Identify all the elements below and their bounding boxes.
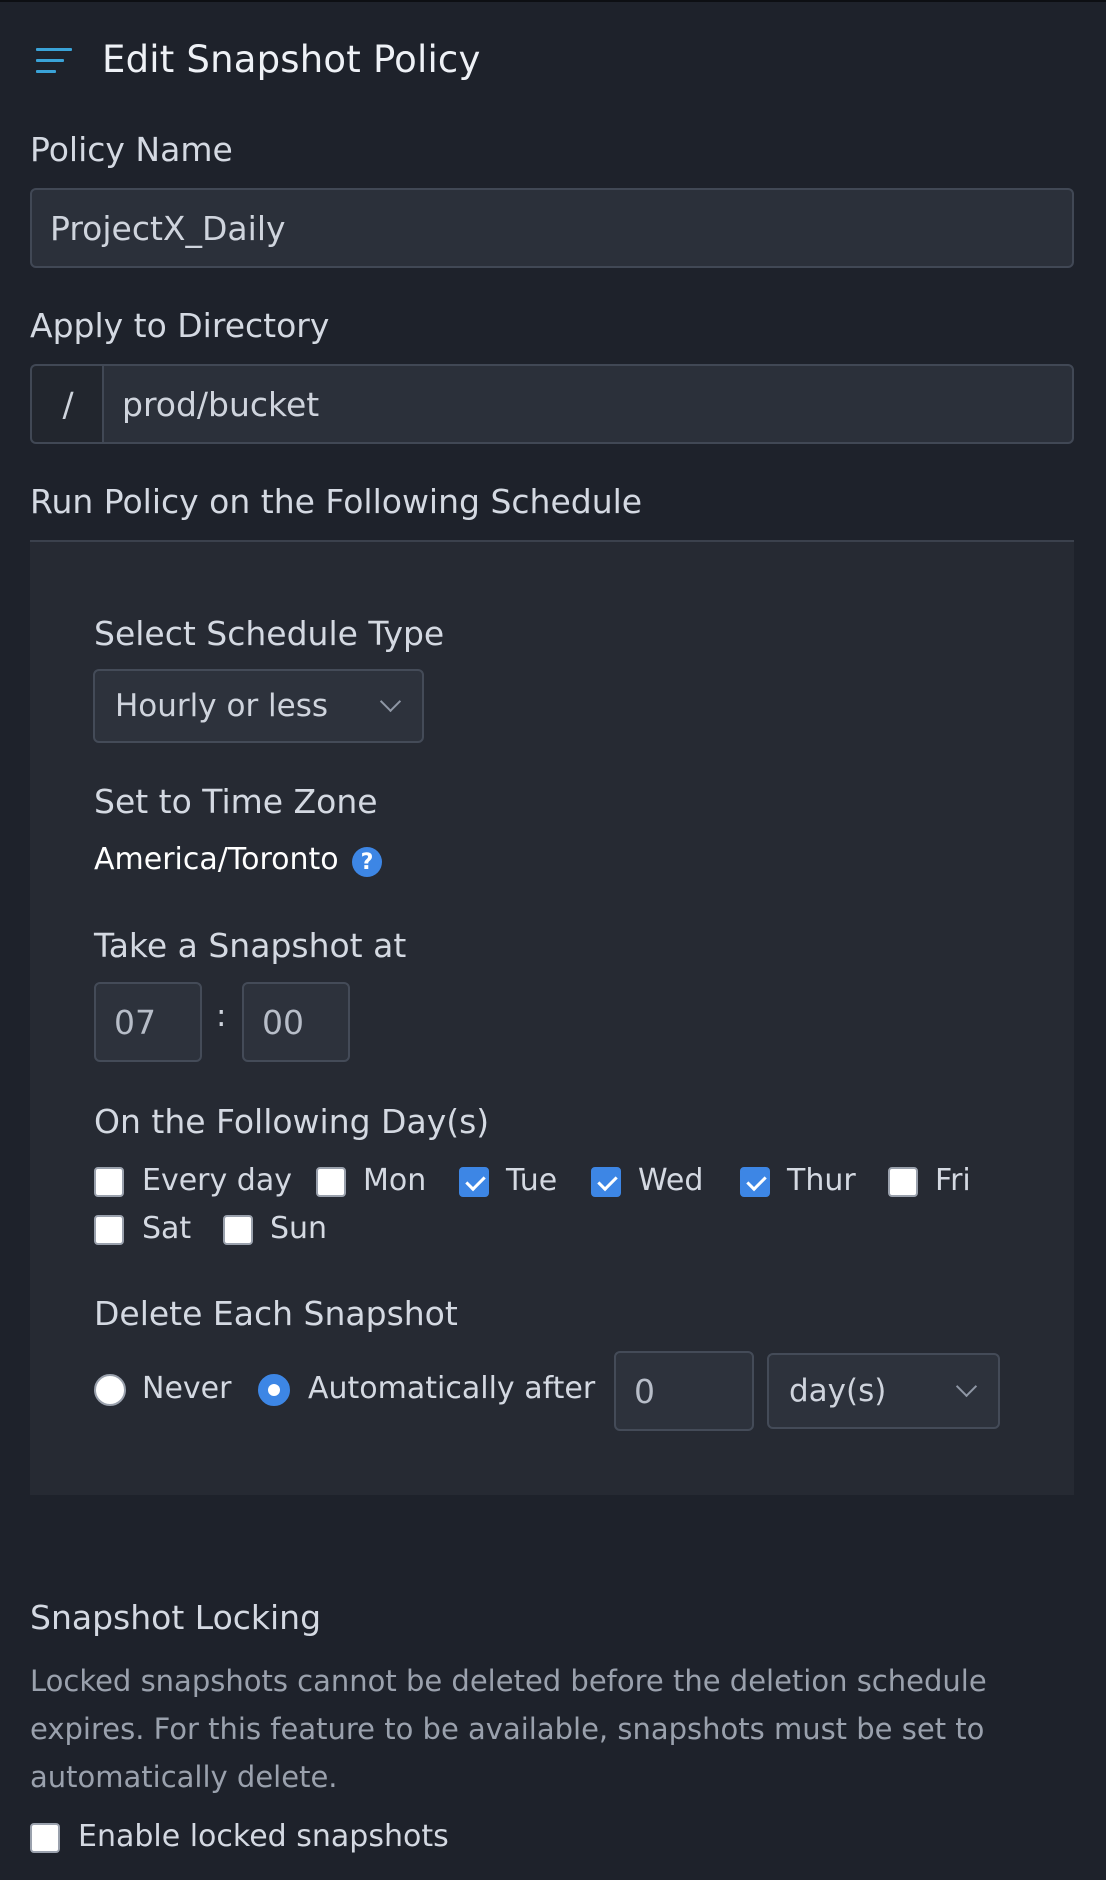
checkbox-label-wed: Wed bbox=[638, 1163, 704, 1198]
checkbox-tue[interactable] bbox=[459, 1167, 489, 1197]
schedule-heading: Run Policy on the Following Schedule bbox=[30, 482, 643, 521]
checkbox-label-fri: Fri bbox=[935, 1163, 971, 1198]
schedule-type-label: Select Schedule Type bbox=[94, 614, 445, 653]
page-title: Edit Snapshot Policy bbox=[102, 38, 481, 81]
checkbox-sun[interactable] bbox=[223, 1215, 253, 1245]
snapshot-time-label: Take a Snapshot at bbox=[94, 926, 407, 965]
checkbox-mon[interactable] bbox=[316, 1167, 346, 1197]
time-separator: : bbox=[216, 998, 227, 1034]
chevron-down-icon bbox=[955, 1375, 978, 1398]
checkbox-enable-locked-snapshots[interactable] bbox=[30, 1823, 60, 1853]
policy-name-input[interactable]: ProjectX_Daily bbox=[30, 188, 1074, 268]
checkbox-label-sat: Sat bbox=[142, 1211, 192, 1246]
page-header: Edit Snapshot Policy bbox=[0, 2, 1106, 118]
help-icon[interactable]: ? bbox=[352, 847, 382, 877]
radio-automatically-after[interactable] bbox=[258, 1374, 290, 1406]
checkbox-label-tue: Tue bbox=[506, 1163, 558, 1198]
directory-value: prod/bucket bbox=[122, 384, 320, 424]
minute-value: 00 bbox=[262, 1002, 304, 1042]
hour-input[interactable]: 07 bbox=[94, 982, 202, 1062]
days-label: On the Following Day(s) bbox=[94, 1102, 490, 1141]
checkbox-sat[interactable] bbox=[94, 1215, 124, 1245]
delete-unit-select[interactable]: day(s) bbox=[767, 1353, 1000, 1429]
radio-label-automatically-after: Automatically after bbox=[308, 1371, 596, 1406]
minute-input[interactable]: 00 bbox=[242, 982, 350, 1062]
timezone-label: Set to Time Zone bbox=[94, 782, 378, 821]
checkbox-every-day[interactable] bbox=[94, 1167, 124, 1197]
chevron-down-icon bbox=[379, 690, 402, 713]
checkbox-label-enable-locked-snapshots: Enable locked snapshots bbox=[78, 1819, 449, 1854]
checkbox-thur[interactable] bbox=[740, 1167, 770, 1197]
directory-input[interactable]: prod/bucket bbox=[102, 364, 1074, 444]
timezone-value: America/Toronto bbox=[94, 842, 339, 877]
delete-after-value: 0 bbox=[634, 1371, 655, 1411]
checkbox-label-thur: Thur bbox=[787, 1163, 856, 1198]
checkbox-fri[interactable] bbox=[888, 1167, 918, 1197]
delete-label: Delete Each Snapshot bbox=[94, 1294, 458, 1333]
policy-name-value: ProjectX_Daily bbox=[50, 208, 286, 248]
schedule-type-select[interactable]: Hourly or less bbox=[93, 669, 424, 743]
schedule-type-value: Hourly or less bbox=[115, 688, 329, 724]
menu-icon[interactable] bbox=[36, 48, 74, 76]
policy-name-label: Policy Name bbox=[30, 130, 233, 169]
locking-heading: Snapshot Locking bbox=[30, 1598, 322, 1637]
hour-value: 07 bbox=[114, 1002, 156, 1042]
radio-label-never: Never bbox=[142, 1371, 232, 1406]
radio-never[interactable] bbox=[94, 1374, 126, 1406]
delete-after-input[interactable]: 0 bbox=[614, 1351, 754, 1431]
locking-description: Locked snapshots cannot be deleted befor… bbox=[30, 1664, 987, 1794]
delete-unit-value: day(s) bbox=[789, 1373, 887, 1409]
checkbox-label-sun: Sun bbox=[270, 1211, 328, 1246]
directory-prefix: / bbox=[30, 364, 104, 444]
checkbox-label-mon: Mon bbox=[363, 1163, 427, 1198]
checkbox-wed[interactable] bbox=[591, 1167, 621, 1197]
checkbox-label-every-day: Every day bbox=[142, 1163, 292, 1198]
directory-label: Apply to Directory bbox=[30, 306, 330, 345]
